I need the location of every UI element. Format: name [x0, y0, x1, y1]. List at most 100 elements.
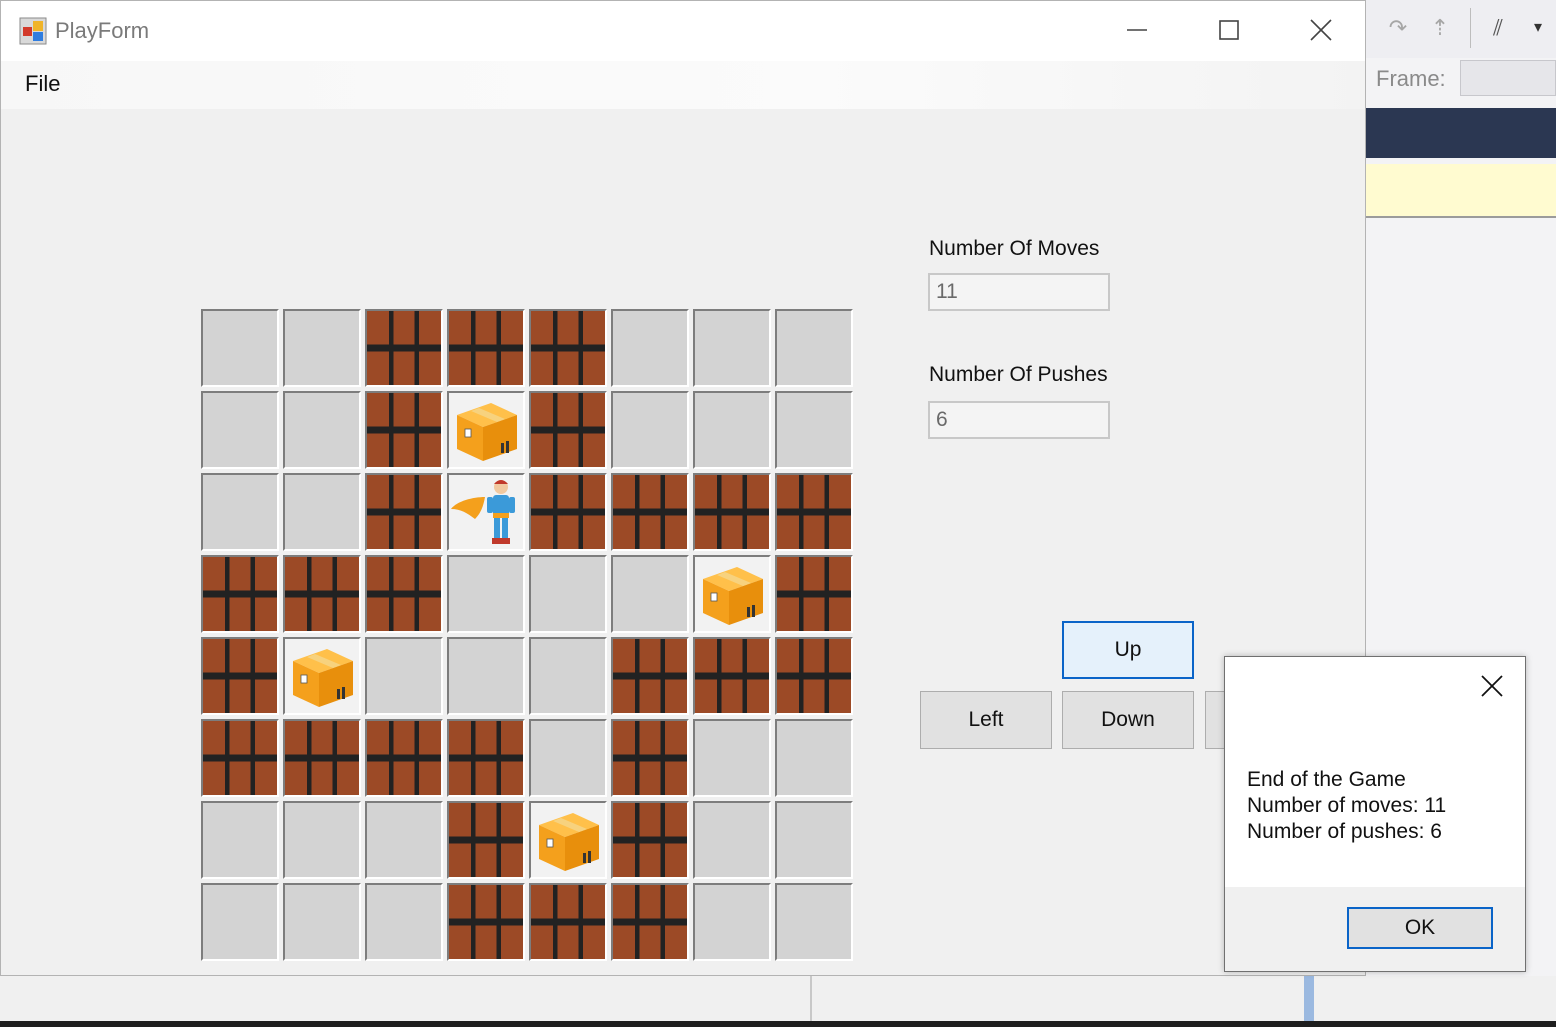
- minimize-button[interactable]: [1091, 1, 1183, 59]
- dialog-close-icon[interactable]: [1477, 671, 1507, 701]
- board-cell-wall: [693, 637, 771, 715]
- board-cell-wall: [365, 309, 443, 387]
- end-game-dialog: End of the Game Number of moves: 11 Numb…: [1224, 656, 1526, 972]
- board-cell-floor: [283, 391, 361, 469]
- board-cell-floor: [201, 801, 279, 879]
- title-bar: PlayForm: [1, 1, 1365, 61]
- dialog-footer: OK: [1225, 887, 1525, 971]
- app-icon: [19, 17, 47, 45]
- board-cell-box: [447, 391, 525, 469]
- moves-label: Number Of Moves: [929, 237, 1100, 260]
- board-cell-floor: [529, 637, 607, 715]
- pushes-label: Number Of Pushes: [929, 363, 1108, 386]
- board-cell-wall: [775, 637, 853, 715]
- moves-field[interactable]: [928, 273, 1110, 311]
- board-cell-floor: [365, 801, 443, 879]
- board-cell-wall: [283, 555, 361, 633]
- menu-file[interactable]: File: [25, 71, 60, 97]
- board-cell-floor: [447, 555, 525, 633]
- board-cell-floor: [775, 801, 853, 879]
- board-cell-floor: [611, 309, 689, 387]
- board-cell-floor: [775, 883, 853, 961]
- board-cell-floor: [693, 309, 771, 387]
- board-cell-floor: [283, 473, 361, 551]
- board-cell-floor: [529, 719, 607, 797]
- menu-bar: [1, 61, 1365, 109]
- board-cell-floor: [775, 309, 853, 387]
- board-cell-wall: [529, 391, 607, 469]
- board-cell-wall: [447, 309, 525, 387]
- board-cell-wall: [201, 637, 279, 715]
- board-cell-wall: [365, 473, 443, 551]
- down-button[interactable]: Down: [1062, 691, 1194, 749]
- board-cell-floor: [611, 391, 689, 469]
- board-cell-wall: [447, 883, 525, 961]
- crate-icon: [293, 649, 353, 707]
- playform-window: PlayForm File Number Of Moves Number Of …: [0, 0, 1366, 976]
- board-cell-wall: [447, 719, 525, 797]
- ok-button[interactable]: OK: [1347, 907, 1493, 949]
- board-cell-floor: [775, 391, 853, 469]
- board-cell-floor: [201, 391, 279, 469]
- background-navy-bar: [1366, 108, 1556, 158]
- board-cell-floor: [283, 883, 361, 961]
- board-cell-wall: [611, 637, 689, 715]
- background-bottom-strip: [0, 976, 1556, 1022]
- frame-label: Frame:: [1376, 66, 1446, 91]
- minimize-icon: [1127, 29, 1147, 31]
- board-cell-wall: [775, 473, 853, 551]
- dialog-message: End of the Game Number of moves: 11 Numb…: [1247, 767, 1446, 845]
- maximize-button[interactable]: [1183, 1, 1275, 59]
- board-cell-wall: [611, 473, 689, 551]
- threads-icon: ⫽: [1493, 15, 1503, 40]
- board-cell-floor: [283, 801, 361, 879]
- board-cell-box: [529, 801, 607, 879]
- board-cell-floor: [775, 719, 853, 797]
- board-cell-wall: [365, 391, 443, 469]
- board-cell-wall: [611, 883, 689, 961]
- dialog-line-1: End of the Game: [1247, 768, 1406, 791]
- board-cell-wall: [365, 555, 443, 633]
- crate-icon: [539, 813, 599, 871]
- dialog-line-2: Number of moves: 11: [1247, 794, 1447, 817]
- board-cell-box: [283, 637, 361, 715]
- close-icon: [1310, 19, 1332, 41]
- board-cell-floor: [611, 555, 689, 633]
- board-cell-wall: [611, 719, 689, 797]
- crate-icon: [457, 403, 517, 461]
- toolbar-separator: [1470, 8, 1471, 48]
- board-cell-wall: [201, 555, 279, 633]
- step-out-icon: ⇡: [1430, 15, 1450, 40]
- board-cell-floor: [693, 391, 771, 469]
- window-title: PlayForm: [55, 18, 150, 43]
- up-button[interactable]: Up: [1062, 621, 1194, 679]
- board-cell-wall: [283, 719, 361, 797]
- step-over-icon: ↷: [1388, 15, 1408, 40]
- background-yellow-bar: [1366, 164, 1556, 218]
- board-cell-wall: [693, 473, 771, 551]
- board-cell-wall: [365, 719, 443, 797]
- board-cell-floor: [201, 309, 279, 387]
- close-button[interactable]: [1275, 1, 1367, 59]
- board-cell-wall: [529, 309, 607, 387]
- left-button[interactable]: Left: [920, 691, 1052, 749]
- frame-input: [1460, 60, 1556, 96]
- board-cell-floor: [201, 883, 279, 961]
- board-cell-floor: [693, 801, 771, 879]
- board-cell-floor: [529, 555, 607, 633]
- crate-icon: [703, 567, 763, 625]
- background-divider: [1304, 976, 1314, 1022]
- background-divider: [810, 976, 812, 1022]
- maximize-icon: [1219, 20, 1239, 40]
- board-cell-floor: [447, 637, 525, 715]
- board-cell-floor: [365, 637, 443, 715]
- game-board: [201, 309, 857, 965]
- pushes-field[interactable]: [928, 401, 1110, 439]
- board-cell-wall: [447, 801, 525, 879]
- board-cell-wall: [201, 719, 279, 797]
- taskbar-edge: [0, 1021, 1556, 1027]
- board-cell-floor: [201, 473, 279, 551]
- background-toolbar: ↷ ⇡ ⫽ ▾: [1366, 0, 1556, 58]
- board-cell-wall: [529, 883, 607, 961]
- board-cell-player: [447, 473, 525, 551]
